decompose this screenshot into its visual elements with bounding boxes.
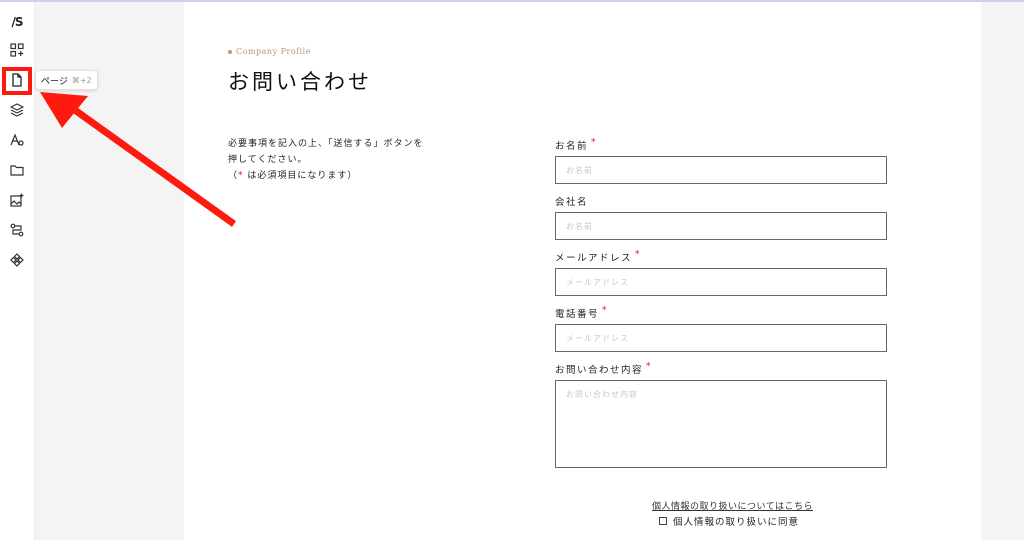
message-textarea[interactable]: お問い合わせ内容: [555, 380, 887, 468]
name-field[interactable]: お名前: [555, 156, 887, 184]
eyebrow-dot: [228, 50, 232, 54]
typography-icon[interactable]: [7, 130, 27, 150]
intro-note-text: は必須項目になります）: [243, 171, 358, 181]
email-field[interactable]: メールアドレス: [555, 268, 887, 296]
privacy-policy-link[interactable]: 個人情報の取り扱いについてはこちら: [652, 499, 813, 512]
required-star: *: [646, 362, 653, 372]
email-label-text: メールアドレス: [555, 253, 633, 264]
arrow-head: [40, 92, 88, 128]
name-label-text: お名前: [555, 141, 589, 152]
message-placeholder: お問い合わせ内容: [566, 390, 638, 399]
layers-icon[interactable]: [7, 100, 27, 120]
image-add-icon[interactable]: [7, 190, 27, 210]
email-label: メールアドレス *: [555, 250, 641, 264]
intro-open-paren: （: [228, 171, 239, 181]
section-eyebrow: Company Profile: [228, 47, 311, 56]
page-icon[interactable]: [7, 70, 27, 90]
required-star: *: [635, 250, 642, 260]
privacy-agree-label: 個人情報の取り扱いに同意: [673, 517, 800, 528]
eyebrow-text: Company Profile: [236, 47, 311, 56]
phone-label: 電話番号 *: [555, 306, 608, 320]
intro-line-1: 必要事項を記入の上、「送信する」ボタンを: [228, 139, 424, 149]
phone-field[interactable]: メールアドレス: [555, 324, 887, 352]
page-canvas: Company Profile お問い合わせ 必要事項を記入の上、「送信する」ボ…: [184, 2, 981, 540]
intro-text: 必要事項を記入の上、「送信する」ボタンを 押してください。 （* は必須項目にな…: [228, 136, 448, 184]
component-icon[interactable]: [7, 250, 27, 270]
privacy-agree-checkbox[interactable]: [659, 517, 667, 525]
pages-tooltip: ページ ⌘+2: [35, 70, 98, 90]
folder-icon[interactable]: [7, 160, 27, 180]
tooltip-label: ページ: [41, 76, 68, 87]
required-star: *: [591, 138, 598, 148]
company-label: 会社名: [555, 194, 588, 208]
editor-sidebar: /S: [0, 2, 35, 540]
workflow-icon[interactable]: [7, 220, 27, 240]
tooltip-shortcut: ⌘+2: [71, 75, 92, 85]
company-label-text: 会社名: [555, 197, 589, 208]
privacy-agree-row[interactable]: 個人情報の取り扱いに同意: [659, 514, 799, 528]
page-title: お問い合わせ: [228, 70, 372, 94]
phone-label-text: 電話番号: [555, 309, 600, 320]
intro-line-2: 押してください。: [228, 155, 308, 165]
name-label: お名前 *: [555, 138, 597, 152]
company-field[interactable]: お名前: [555, 212, 887, 240]
message-label-text: お問い合わせ内容: [555, 365, 644, 376]
name-placeholder: お名前: [566, 165, 593, 175]
intro-note: （* は必須項目になります）: [228, 168, 448, 184]
logo-text: /S: [11, 15, 23, 29]
required-star: *: [602, 306, 609, 316]
message-label: お問い合わせ内容 *: [555, 362, 652, 376]
phone-placeholder: メールアドレス: [566, 333, 629, 343]
grid-plus-icon[interactable]: [7, 40, 27, 60]
company-placeholder: お名前: [566, 221, 593, 231]
app-logo[interactable]: /S: [7, 12, 27, 32]
email-placeholder: メールアドレス: [566, 277, 629, 287]
